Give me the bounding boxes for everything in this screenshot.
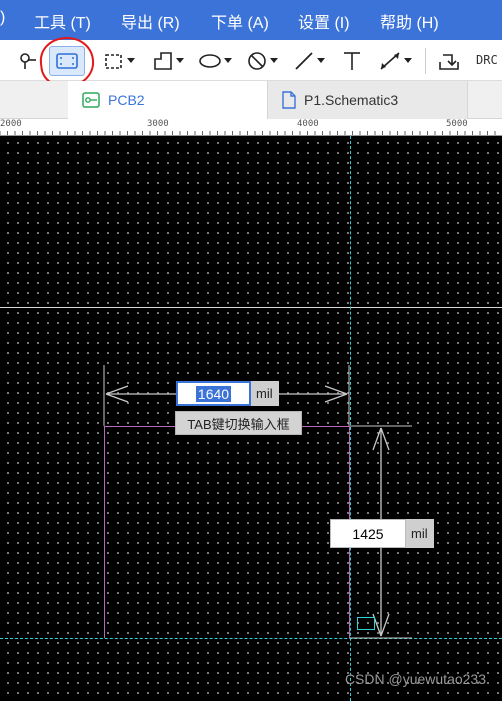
chevron-down-icon xyxy=(176,58,184,63)
height-value: 1425 xyxy=(352,525,384,542)
tab-pcb2[interactable]: PCB2 xyxy=(68,81,268,119)
chevron-down-icon xyxy=(127,58,135,63)
width-input[interactable]: 1640 xyxy=(176,381,251,406)
height-input[interactable]: 1425 xyxy=(330,519,406,548)
tab-schematic[interactable]: P1.Schematic3 xyxy=(268,81,468,119)
ellipse-icon xyxy=(199,54,221,68)
menu-item-settings[interactable]: 设置 (I) xyxy=(298,9,350,33)
board-outline-rect-icon xyxy=(56,53,78,69)
ellipse-tool-button[interactable] xyxy=(198,48,232,74)
horizontal-ruler: 2000 3000 4000 5000 xyxy=(0,119,502,136)
pin-icon xyxy=(20,53,36,69)
chevron-down-icon xyxy=(224,58,232,63)
pin-tool-button[interactable] xyxy=(18,48,38,74)
tab-label: PCB2 xyxy=(108,92,145,108)
chevron-down-icon xyxy=(317,58,325,63)
polygon-tool-button[interactable] xyxy=(152,48,184,74)
toolbar-separator xyxy=(425,48,426,74)
document-icon xyxy=(282,91,296,109)
board-outline-tool-button[interactable] xyxy=(49,46,85,76)
chevron-down-icon xyxy=(270,58,278,63)
menu-item-tools[interactable]: 工具 (T) xyxy=(34,9,91,33)
drc-button[interactable]: DRC xyxy=(476,53,498,67)
dimension-tool-button[interactable] xyxy=(378,48,412,74)
crosshair-horizontal xyxy=(0,638,502,639)
line-tool-button[interactable] xyxy=(293,48,325,74)
import-icon xyxy=(439,54,459,70)
width-unit-label: mil xyxy=(251,381,279,406)
ruler-label: 4000 xyxy=(297,119,319,129)
ruler-label: 2000 xyxy=(0,119,22,129)
tab-switch-hint: TAB键切换输入框 xyxy=(175,411,302,435)
tab-label: P1.Schematic3 xyxy=(304,92,399,108)
dashed-rect-select-icon xyxy=(105,54,122,69)
menu-item-truncated[interactable]: ) xyxy=(0,9,5,27)
menu-item-order[interactable]: 下单 (A) xyxy=(211,9,269,33)
board-outline xyxy=(104,426,350,638)
tab-bar: PCB2 P1.Schematic3 xyxy=(0,81,502,119)
toolbar: DRC xyxy=(0,40,502,81)
crosshair-vertical xyxy=(350,136,351,701)
text-icon xyxy=(344,52,360,70)
watermark: CSDN @yuewutao233 xyxy=(344,671,486,687)
text-tool-button[interactable] xyxy=(341,48,363,74)
width-value: 1640 xyxy=(195,385,232,402)
line-icon xyxy=(295,52,313,70)
chevron-down-icon xyxy=(404,58,412,63)
polygon-outline-icon xyxy=(154,52,172,70)
pcb-icon xyxy=(82,92,100,108)
ruler-ticks xyxy=(0,131,496,135)
dimension-icon xyxy=(380,52,400,70)
menu-bar: ) 工具 (T) 导出 (R) 下单 (A) 设置 (I) 帮助 (H) xyxy=(0,0,502,40)
ruler-label: 5000 xyxy=(446,119,468,129)
height-unit-label: mil xyxy=(406,519,434,548)
ruler-label: 3000 xyxy=(147,119,169,129)
horizontal-guide-line xyxy=(0,307,502,308)
no-symbol-icon xyxy=(248,52,266,70)
menu-item-help[interactable]: 帮助 (H) xyxy=(380,9,439,33)
rect-select-tool-button[interactable] xyxy=(103,48,135,74)
no-fill-tool-button[interactable] xyxy=(246,48,278,74)
menu-item-export[interactable]: 导出 (R) xyxy=(121,9,180,33)
cursor-rect-marker-icon xyxy=(357,617,375,630)
import-tool-button[interactable] xyxy=(437,48,461,74)
